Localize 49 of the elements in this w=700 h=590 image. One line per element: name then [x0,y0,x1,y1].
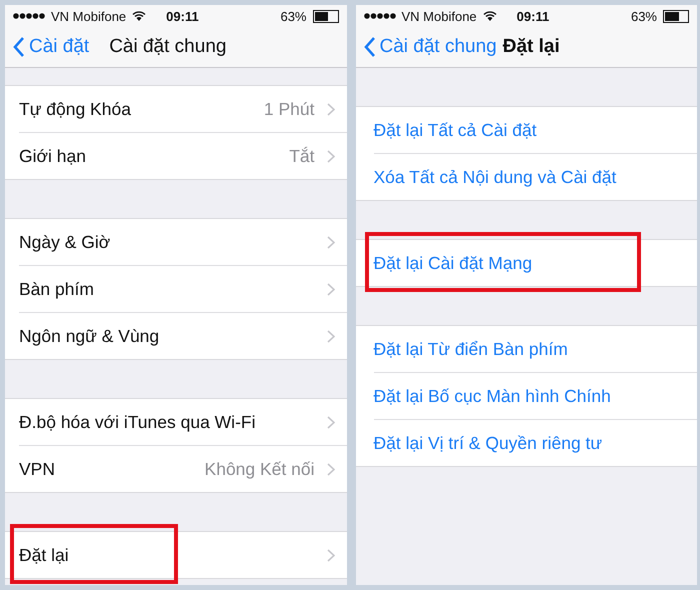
battery-icon [663,10,689,22]
row-value: Không Kết nối [204,458,314,480]
carrier-name: VN Mobifone [402,8,477,24]
signal-icon [13,13,45,19]
settings-row[interactable]: Đ.bộ hóa với iTunes qua Wi-Fi [19,399,346,446]
back-button[interactable]: Cài đặt chung [364,36,497,58]
row-label: Giới hạn [19,146,86,166]
battery-percent: 63% [280,8,306,24]
row-label: Ngày & Giờ [19,232,110,252]
wifi-icon [482,11,497,21]
row-label: Đ.bộ hóa với iTunes qua Wi-Fi [19,412,256,432]
action-row[interactable]: Xóa Tất cả Nội dung và Cài đặt [374,154,697,200]
nav-title: Đặt lại [502,36,560,58]
action-row[interactable]: Đặt lại Vị trí & Quyền riêng tư [374,420,697,466]
action-row[interactable]: Đặt lại Từ điển Bàn phím [374,326,697,373]
row-value: 1 Phút [264,98,314,120]
clock: 09:11 [516,8,550,24]
wifi-icon [132,11,146,21]
row-label: VPN [19,458,55,480]
battery-percent: 63% [630,8,657,24]
row-label: Tự động Khóa [19,98,131,120]
settings-row[interactable]: VPN Không Kết nối [19,446,346,492]
settings-row[interactable]: Bàn phím [19,266,346,313]
settings-row[interactable]: Ngày & Giờ [19,219,346,266]
chevron-icon [326,330,334,342]
row-value: Tắt [289,146,314,166]
settings-row[interactable]: Tự động Khóa 1 Phút [19,86,346,133]
row-label: Bàn phím [19,278,94,300]
back-chevron-icon [364,37,376,57]
chevron-icon [326,282,334,296]
signal-icon [364,13,396,19]
chevron-icon [326,102,334,116]
carrier-name: VN Mobifone [51,8,126,24]
back-button[interactable]: Cài đặt [13,36,90,58]
chevron-icon [326,150,334,162]
chevron-icon [326,548,334,562]
action-row[interactable]: Đặt lại Bố cục Màn hình Chính [374,373,697,420]
settings-row[interactable]: Ngôn ngữ & Vùng [19,313,346,359]
row-label: Đặt lại [19,544,69,566]
chevron-icon [326,416,334,428]
back-chevron-icon [13,37,25,57]
chevron-icon [326,236,334,248]
nav-title: Cài đặt chung [109,36,226,58]
clock: 09:11 [166,8,199,24]
settings-row[interactable]: Giới hạn Tắt [19,133,346,179]
action-row[interactable]: Đặt lại Tất cả Cài đặt [374,107,697,154]
row-label: Ngôn ngữ & Vùng [19,326,160,346]
battery-icon [312,10,338,22]
chevron-icon [326,462,334,476]
